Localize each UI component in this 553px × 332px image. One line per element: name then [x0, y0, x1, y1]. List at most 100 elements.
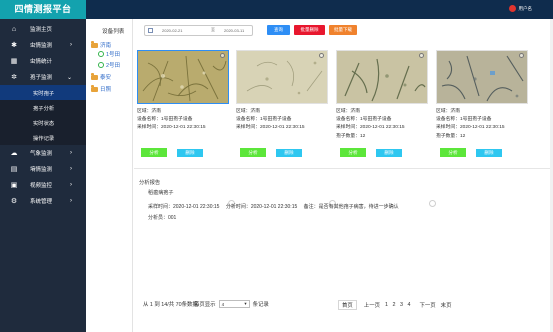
- first-page-link[interactable]: 首页: [338, 300, 357, 310]
- spore-image[interactable]: [336, 50, 428, 104]
- folder-icon: [91, 73, 98, 80]
- sidebar-item-label: 虫情监测: [30, 43, 53, 49]
- sidebar: ⌂ 监测主页 ✱ 虫情监测 › ▦ 虫情统计 ✲ 孢子监测 ⌄ 实时孢子 孢子分…: [0, 19, 86, 332]
- tree-node-label: 1号田: [106, 52, 121, 58]
- zoom-icon[interactable]: [220, 53, 225, 58]
- query-button[interactable]: 查询: [267, 25, 290, 35]
- analyze-button[interactable]: 分析: [340, 148, 366, 157]
- zoom-icon: [429, 200, 436, 207]
- user-menu[interactable]: 用户名: [508, 5, 533, 12]
- sidebar-item-home[interactable]: ⌂ 监测主页: [0, 21, 86, 37]
- pagination-info: 从 1 到 14/共 70条数据: [143, 302, 198, 308]
- chevron-right-icon: ›: [70, 182, 72, 188]
- date-end: 2020-03-11: [224, 27, 245, 33]
- page-link[interactable]: 3: [400, 302, 403, 308]
- soil-icon: ▤: [10, 165, 18, 173]
- report-disease: 稻瘟病孢子: [148, 190, 174, 196]
- tree-node-field-1[interactable]: 1号田: [98, 50, 120, 58]
- main-content: 2020-02-21 至 2020-03-11 查询 批量删除 批量下载 区域：…: [134, 19, 553, 332]
- chevron-right-icon: ›: [70, 166, 72, 172]
- analyze-button[interactable]: 分析: [141, 148, 167, 157]
- cloud-icon: ☁: [10, 149, 18, 157]
- page-size-prefix: 每页显示: [194, 302, 216, 308]
- page-link[interactable]: 1: [385, 302, 388, 308]
- pagination: 从 1 到 14/共 70条数据 每页显示 4 ▾ 条记录 首页 上一页 1 2…: [134, 296, 553, 312]
- page-size-value: 4: [221, 301, 225, 307]
- tree-node-rizhao[interactable]: 日照: [91, 85, 111, 93]
- sidebar-subitem-spore-analysis[interactable]: 孢子分析: [0, 100, 86, 115]
- sample-device: 设备名称：1号田孢子设备: [236, 117, 292, 123]
- sidebar-item-soil[interactable]: ▤ 墒情监测 ›: [0, 161, 86, 177]
- sidebar-item-weather[interactable]: ☁ 气象监测 ›: [0, 145, 86, 161]
- sidebar-subitem-operation-log[interactable]: 操作记录: [0, 130, 86, 145]
- report-details: 采样时间：2020-12-01 22:30:15 分析时间：2020-12-01…: [148, 203, 404, 210]
- tree-node-jinan[interactable]: 济南: [91, 41, 111, 49]
- analyze-button[interactable]: 分析: [240, 148, 266, 157]
- sample-time: 采样时间：2020-12-01 22:30:15: [236, 125, 305, 131]
- sample-info: 区域：济南 设备名称：1号田孢子设备 采样时间：2020-12-01 22:30…: [236, 108, 305, 133]
- batch-delete-button[interactable]: 批量删除: [294, 25, 325, 35]
- sample-device: 设备名称：1号田孢子设备: [336, 117, 392, 123]
- sample-region: 区域：济南: [436, 109, 460, 114]
- report-note: 备注：是否有其他孢子病害，待进一步确认: [303, 204, 399, 210]
- delete-button[interactable]: 删除: [276, 149, 302, 157]
- sample-device: 设备名称：1号田孢子设备: [137, 117, 193, 123]
- bug-icon: ✱: [11, 41, 17, 49]
- sidebar-item-label: 虫情统计: [30, 59, 53, 65]
- prev-page-link[interactable]: 上一页: [364, 301, 380, 309]
- calendar-icon: [148, 27, 153, 33]
- page-size: 每页显示 4 ▾ 条记录: [194, 300, 269, 308]
- page-numbers: 1 2 3 4: [385, 302, 414, 308]
- spore-image[interactable]: [137, 50, 229, 104]
- analyze-button[interactable]: 分析: [440, 148, 466, 157]
- spore-count: 孢子数量：12: [436, 133, 466, 139]
- folder-icon: [91, 41, 98, 48]
- next-page-link[interactable]: 下一页: [419, 301, 435, 309]
- last-page-link[interactable]: 末页: [441, 301, 452, 309]
- zoom-icon[interactable]: [519, 53, 524, 58]
- sidebar-item-label: 墒情监测: [30, 167, 53, 173]
- video-icon: ▣: [10, 181, 18, 189]
- folder-icon: [91, 85, 98, 92]
- delete-button[interactable]: 删除: [177, 149, 203, 157]
- toolbar: 2020-02-21 至 2020-03-11 查询 批量删除 批量下载: [144, 24, 357, 36]
- sidebar-subitem-realtime-status[interactable]: 实时状态: [0, 115, 86, 130]
- tree-node-label: 泰安: [100, 75, 112, 81]
- sidebar-item-spore-monitor[interactable]: ✲ 孢子监测 ⌄: [0, 69, 86, 85]
- sidebar-item-label: 视频监控: [30, 183, 53, 189]
- report-sample-time: 采样时间：2020-12-01 22:30:15: [148, 204, 220, 210]
- section-divider: [134, 168, 553, 169]
- sidebar-item-label: 系统管理: [30, 199, 53, 205]
- batch-download-button[interactable]: 批量下载: [329, 25, 357, 35]
- chevron-right-icon: ›: [70, 198, 72, 204]
- date-range-picker[interactable]: 2020-02-21 至 2020-03-11: [144, 24, 253, 36]
- user-avatar-icon: [508, 5, 516, 12]
- sidebar-item-video[interactable]: ▣ 视频监控 ›: [0, 177, 86, 193]
- spore-image[interactable]: [436, 50, 528, 104]
- gear-icon: ✲: [11, 73, 17, 81]
- sample-region: 区域：济南: [137, 109, 161, 114]
- sample-region: 区域：济南: [336, 109, 360, 114]
- sample-device: 设备名称：1号田孢子设备: [436, 117, 492, 123]
- spore-image[interactable]: [236, 50, 328, 104]
- zoom-icon[interactable]: [419, 53, 424, 58]
- date-start: 2020-02-21: [162, 27, 183, 33]
- sidebar-item-pest-monitor[interactable]: ✱ 虫情监测 ›: [0, 37, 86, 53]
- page-link[interactable]: 2: [392, 302, 395, 308]
- user-name: 用户名: [518, 5, 533, 11]
- tree-node-field-2[interactable]: 2号田: [98, 61, 120, 69]
- sidebar-subitem-realtime-spore[interactable]: 实时孢子: [0, 85, 86, 100]
- sidebar-item-system[interactable]: ⚙ 系统管理 ›: [0, 193, 86, 209]
- delete-button[interactable]: 删除: [476, 149, 502, 157]
- spore-count: 孢子数量：12: [336, 133, 366, 139]
- sample-region: 区域：济南: [236, 109, 260, 114]
- page-link[interactable]: 4: [407, 302, 410, 308]
- delete-button[interactable]: 删除: [376, 149, 402, 157]
- zoom-icon[interactable]: [319, 53, 324, 58]
- sidebar-item-pest-stats[interactable]: ▦ 虫情统计: [0, 53, 86, 69]
- tree-node-taian[interactable]: 泰安: [91, 73, 111, 81]
- sample-time: 采样时间：2020-12-01 22:30:15: [336, 125, 405, 131]
- page-size-select[interactable]: 4 ▾: [218, 300, 250, 308]
- chart-icon: ▦: [10, 57, 18, 65]
- sample-info: 区域：济南 设备名称：1号田孢子设备 采样时间：2020-12-01 22:30…: [137, 108, 206, 133]
